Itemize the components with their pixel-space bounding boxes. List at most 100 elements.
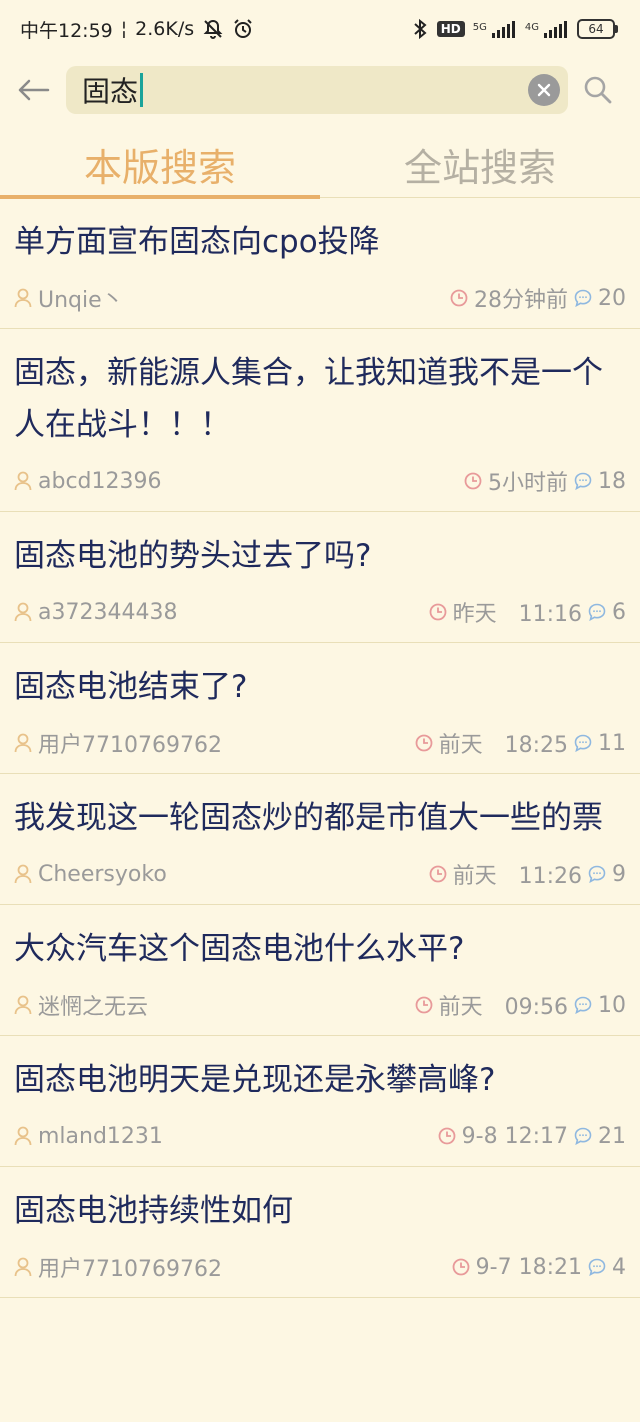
clock-icon <box>415 996 433 1014</box>
post-author[interactable]: 用户7710769762 <box>14 1251 222 1283</box>
list-item[interactable]: 固态电池持续性如何用户7710769762 9-7 18:21 4 <box>0 1167 640 1298</box>
search-icon <box>584 76 612 104</box>
post-stats: 9-7 18:21 4 <box>452 1255 626 1280</box>
post-meta: Unqie丶 28分钟前 20 <box>14 268 626 328</box>
post-title[interactable]: 固态电池结束了? <box>14 643 626 713</box>
tab-site-search[interactable]: 全站搜索 <box>320 130 640 198</box>
clock-icon <box>429 603 447 621</box>
search-input[interactable]: 固态 <box>66 66 568 114</box>
post-title[interactable]: 固态电池的势头过去了吗? <box>14 512 626 582</box>
post-meta: a372344438 昨天 11:16 6 <box>14 582 626 642</box>
network-speed: 2.6K/s <box>135 18 195 40</box>
search-bar: 固态 <box>0 62 640 118</box>
search-query-text: 固态 <box>82 75 139 108</box>
post-meta: 迷惘之无云 前天 09:56 10 <box>14 975 626 1035</box>
post-title[interactable]: 大众汽车这个固态电池什么水平? <box>14 905 626 975</box>
comment-icon <box>574 472 592 490</box>
post-time: 9-7 18:21 <box>475 1254 582 1280</box>
comment-count: 11 <box>598 730 626 756</box>
post-meta: mland1231 9-8 12:17 21 <box>14 1106 626 1166</box>
separator: ¦ <box>120 18 128 40</box>
post-author[interactable]: 用户7710769762 <box>14 727 222 759</box>
tab-board-search[interactable]: 本版搜索 <box>0 130 320 199</box>
battery-icon: 64 <box>577 19 618 39</box>
clock-icon <box>415 734 433 752</box>
post-author[interactable]: mland1231 <box>14 1124 163 1149</box>
comment-count: 10 <box>598 992 626 1018</box>
post-time: 5小时前 <box>488 471 568 496</box>
back-arrow-icon <box>18 79 50 101</box>
post-author[interactable]: Unqie丶 <box>14 282 124 314</box>
comment-icon <box>588 603 606 621</box>
post-stats: 前天 11:26 9 <box>429 858 626 890</box>
post-meta: 用户7710769762 9-7 18:21 4 <box>14 1237 626 1297</box>
list-item[interactable]: 单方面宣布固态向cpo投降 Unqie丶 28分钟前 20 <box>0 198 640 329</box>
search-query-container[interactable]: 固态 <box>82 70 528 110</box>
comment-count: 6 <box>612 599 626 625</box>
post-author[interactable]: Cheersyoko <box>14 862 167 887</box>
clock-icon <box>450 289 468 307</box>
close-icon <box>537 83 551 97</box>
post-stats: 28分钟前 20 <box>450 282 626 314</box>
battery-level: 64 <box>577 19 615 39</box>
clock-icon <box>464 472 482 490</box>
hd-badge: HD <box>436 21 465 37</box>
list-item[interactable]: 我发现这一轮固态炒的都是市值大一些的票 Cheersyoko 前天 11:26 9 <box>0 774 640 905</box>
status-bar-left: 中午12:59 ¦ 2.6K/s <box>20 16 254 43</box>
list-item[interactable]: 大众汽车这个固态电池什么水平? 迷惘之无云 前天 09:56 10 <box>0 905 640 1036</box>
author-name: 用户7710769762 <box>38 1257 222 1282</box>
user-icon <box>14 288 32 308</box>
post-stats: 9-8 12:17 21 <box>438 1124 626 1149</box>
clear-search-button[interactable] <box>528 74 560 106</box>
post-stats: 昨天 11:16 6 <box>429 596 626 628</box>
battery-tip <box>615 25 618 33</box>
comment-count: 20 <box>598 285 626 311</box>
post-author[interactable]: abcd12396 <box>14 469 162 494</box>
clock: 中午12:59 <box>20 19 113 42</box>
post-time: 9-8 12:17 <box>461 1123 568 1149</box>
post-meta: 用户7710769762 前天 18:25 11 <box>14 713 626 773</box>
author-name: 迷惘之无云 <box>38 995 149 1020</box>
alarm-icon <box>232 18 254 40</box>
post-title[interactable]: 固态电池明天是兑现还是永攀高峰? <box>14 1036 626 1106</box>
user-icon <box>14 733 32 753</box>
list-item[interactable]: 固态电池明天是兑现还是永攀高峰? mland1231 9-8 12:17 21 <box>0 1036 640 1167</box>
post-title[interactable]: 固态电池持续性如何 <box>14 1167 626 1237</box>
author-name: Unqie丶 <box>38 288 124 313</box>
clock-icon <box>438 1127 456 1145</box>
list-item[interactable]: 固态，新能源人集合，让我知道我不是一个人在战斗！！！ abcd12396 5小时前 1… <box>0 329 640 512</box>
post-time: 前天 09:56 <box>438 995 568 1020</box>
search-button[interactable] <box>568 62 628 118</box>
status-bar-right: HD 5G 4G 64 <box>411 18 618 40</box>
post-title[interactable]: 固态，新能源人集合，让我知道我不是一个人在战斗！！！ <box>14 329 626 451</box>
search-results-list: 单方面宣布固态向cpo投降 Unqie丶 28分钟前 20 固态，新能源人集合，让我知道… <box>0 198 640 1298</box>
bluetooth-icon <box>411 18 429 40</box>
post-meta: Cheersyoko 前天 11:26 9 <box>14 844 626 904</box>
post-author[interactable]: 迷惘之无云 <box>14 989 148 1021</box>
search-scope-tabs: 本版搜索 全站搜索 <box>0 130 640 199</box>
user-icon <box>14 1126 32 1146</box>
clock-icon <box>429 865 447 883</box>
author-name: mland1231 <box>38 1123 163 1149</box>
author-name: abcd12396 <box>38 468 162 494</box>
post-meta: abcd12396 5小时前 18 <box>14 451 626 511</box>
post-title[interactable]: 单方面宣布固态向cpo投降 <box>14 198 626 268</box>
user-icon <box>14 1257 32 1277</box>
list-item[interactable]: 固态电池结束了? 用户7710769762 前天 18:25 11 <box>0 643 640 774</box>
signal-strength-icon <box>491 19 517 39</box>
post-stats: 5小时前 18 <box>464 465 626 497</box>
signal-strength-icon-2 <box>543 19 569 39</box>
post-author[interactable]: a372344438 <box>14 600 177 625</box>
user-icon <box>14 864 32 884</box>
user-icon <box>14 471 32 491</box>
status-bar: 中午12:59 ¦ 2.6K/s HD 5G 4G 64 <box>0 0 640 58</box>
list-item[interactable]: 固态电池的势头过去了吗? a372344438 昨天 11:16 6 <box>0 512 640 643</box>
post-time: 28分钟前 <box>474 288 568 313</box>
comment-icon <box>574 289 592 307</box>
comment-icon <box>588 1258 606 1276</box>
comment-count: 21 <box>598 1123 626 1149</box>
user-icon <box>14 602 32 622</box>
back-button[interactable] <box>0 62 66 118</box>
post-title[interactable]: 我发现这一轮固态炒的都是市值大一些的票 <box>14 774 626 844</box>
comment-count: 9 <box>612 861 626 887</box>
